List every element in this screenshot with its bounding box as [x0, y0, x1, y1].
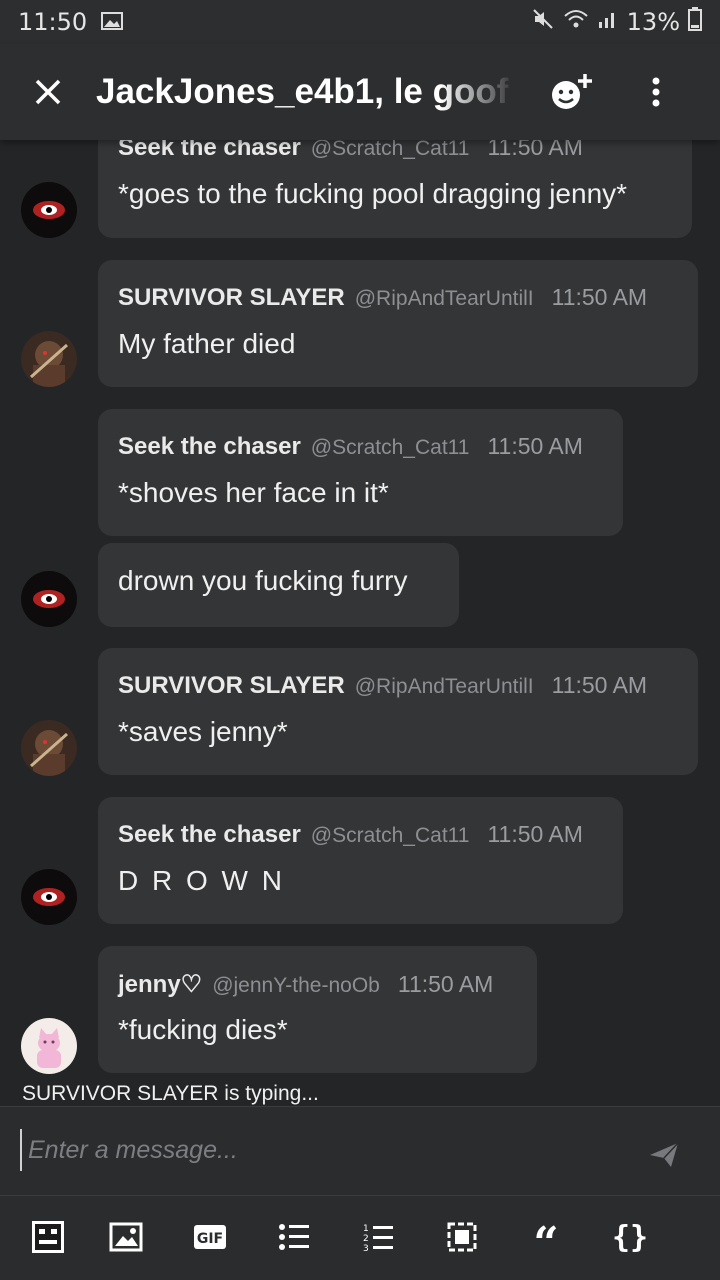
image-button[interactable]: [102, 1213, 150, 1261]
message-time: 11:50 AM: [551, 284, 648, 310]
avatar[interactable]: [21, 331, 77, 387]
spoiler-button[interactable]: [438, 1213, 486, 1261]
chat-title: JackJones_e4b1, le goof: [96, 72, 509, 111]
numbered-list-button[interactable]: 123: [354, 1213, 402, 1261]
app-bar: JackJones_e4b1, le goof: [0, 44, 720, 140]
bullet-list-button[interactable]: [270, 1213, 318, 1261]
mute-icon: [531, 7, 555, 37]
svg-text:2: 2: [363, 1234, 369, 1244]
author-handle: @Scratch_Cat11: [310, 824, 470, 847]
numbered-list-icon: 123: [363, 1224, 393, 1252]
message-text: drown you fucking furry: [118, 565, 408, 596]
formatting-toolbar: GIF 123 “ {}: [0, 1197, 720, 1280]
message-bubble[interactable]: Seek the chaser @Scratch_Cat11 11:50 AM …: [98, 140, 692, 238]
message-input[interactable]: [20, 1129, 620, 1171]
gif-button[interactable]: GIF: [186, 1213, 234, 1261]
avatar[interactable]: [21, 720, 77, 776]
gallery-notification-icon: [101, 8, 124, 36]
message-text: D R O W N: [118, 865, 285, 896]
gif-icon: GIF: [194, 1225, 226, 1249]
message-bubble[interactable]: SURVIVOR SLAYER @RipAndTearUntilI 11:50 …: [98, 260, 698, 387]
author-handle: @Scratch_Cat11: [310, 140, 470, 160]
author-name[interactable]: SURVIVOR SLAYER: [118, 672, 345, 700]
avatar[interactable]: [21, 869, 77, 925]
close-button[interactable]: [18, 62, 78, 122]
author-name[interactable]: Seek the chaser: [118, 433, 301, 461]
message-time: 11:50 AM: [397, 971, 494, 997]
author-handle: @jennY-the-noOb: [212, 974, 380, 997]
spoiler-icon: [447, 1222, 477, 1252]
message-text: *shoves her face in it*: [118, 477, 389, 508]
avatar[interactable]: [21, 182, 77, 238]
author-name[interactable]: SURVIVOR SLAYER: [118, 284, 345, 312]
bullet-list-icon: [279, 1224, 309, 1250]
message-list[interactable]: Seek the chaser @Scratch_Cat11 11:50 AM …: [0, 140, 720, 1106]
author-name[interactable]: jenny♡: [118, 970, 202, 999]
more-vertical-icon: [652, 77, 660, 107]
battery-icon: [688, 7, 702, 37]
status-time: 11:50: [18, 8, 88, 36]
code-icon: {}: [611, 1219, 649, 1255]
author-name[interactable]: Seek the chaser: [118, 140, 301, 162]
message-text: *goes to the fucking pool dragging jenny…: [118, 178, 628, 209]
quote-button[interactable]: “: [522, 1213, 570, 1266]
message-time: 11:50 AM: [551, 672, 648, 698]
author-handle: @Scratch_Cat11: [310, 436, 470, 459]
composer-divider: [0, 1195, 720, 1196]
avatar[interactable]: [21, 1018, 77, 1074]
more-options-button[interactable]: [636, 66, 676, 118]
message-text: *fucking dies*: [118, 1014, 288, 1045]
close-icon: [35, 79, 61, 105]
add-emoji-icon: [552, 74, 592, 109]
message-text: My father died: [118, 328, 296, 359]
typing-indicator: SURVIVOR SLAYER is typing...: [22, 1082, 319, 1105]
message-text: *saves jenny*: [118, 716, 288, 747]
message-bubble[interactable]: SURVIVOR SLAYER @RipAndTearUntilI 11:50 …: [98, 648, 698, 775]
avatar[interactable]: [21, 571, 77, 627]
author-handle: @RipAndTearUntilI: [354, 287, 534, 310]
image-icon: [109, 1222, 143, 1252]
message-bubble[interactable]: drown you fucking furry: [98, 543, 459, 627]
quote-icon: “: [533, 1218, 559, 1269]
wifi-icon: [563, 8, 589, 36]
message-time: 11:50 AM: [487, 433, 583, 459]
send-icon: [650, 1142, 679, 1167]
battery-percent: 13%: [626, 8, 680, 36]
message-composer: GIF 123 “ {}: [0, 1106, 720, 1280]
svg-text:1: 1: [363, 1224, 369, 1234]
sticker-icon: [32, 1221, 64, 1253]
author-handle: @RipAndTearUntilI: [354, 675, 534, 698]
message-bubble[interactable]: Seek the chaser @Scratch_Cat11 11:50 AM …: [98, 409, 623, 536]
message-time: 11:50 AM: [487, 821, 583, 847]
code-button[interactable]: {}: [606, 1213, 654, 1261]
message-time: 11:50 AM: [487, 140, 583, 160]
send-button[interactable]: [644, 1135, 684, 1175]
message-bubble[interactable]: jenny♡ @jennY-the-noOb 11:50 AM *fucking…: [98, 946, 537, 1073]
svg-text:3: 3: [363, 1244, 369, 1252]
sticker-button[interactable]: [24, 1213, 72, 1261]
message-bubble[interactable]: Seek the chaser @Scratch_Cat11 11:50 AM …: [98, 797, 623, 924]
signal-icon: [597, 8, 619, 36]
add-people-button[interactable]: [546, 66, 598, 118]
status-bar: 11:50 13%: [0, 0, 720, 44]
gif-label: GIF: [197, 1231, 223, 1247]
author-name[interactable]: Seek the chaser: [118, 821, 301, 849]
